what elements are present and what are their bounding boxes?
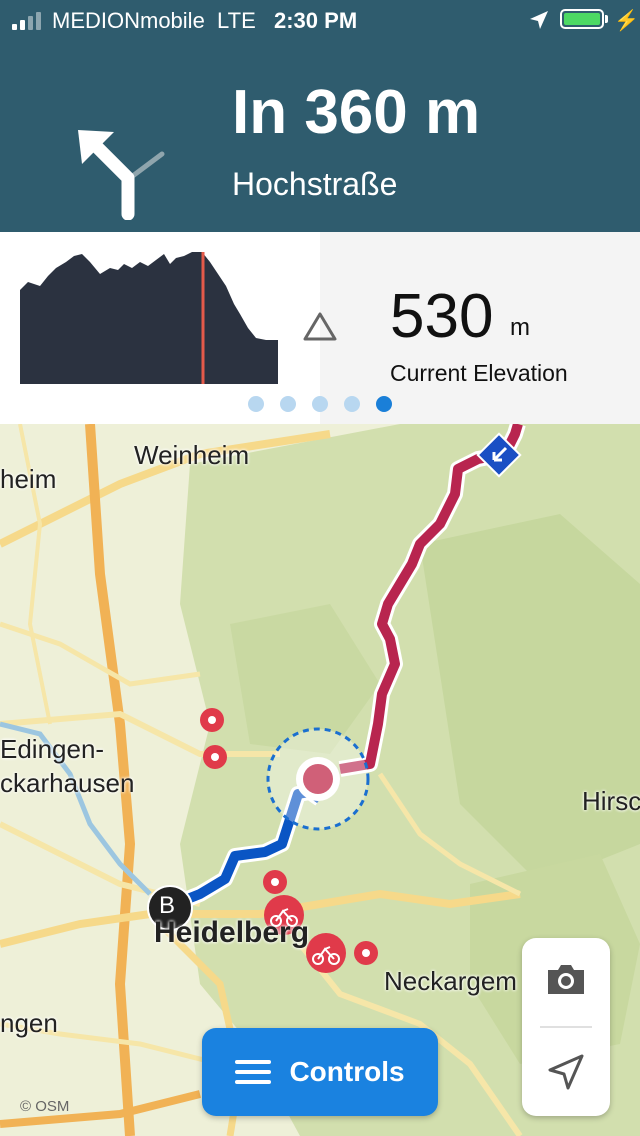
page-dot-active[interactable] <box>376 396 392 412</box>
page-dot[interactable] <box>248 396 264 412</box>
bike-poi-icon <box>306 933 346 973</box>
status-bar: MEDIONmobile LTE 2:30 PM ⚡ <box>0 0 640 40</box>
map-label-weinheim: Weinheim <box>134 440 250 470</box>
carrier-name: MEDIONmobile LTE <box>52 8 256 33</box>
camera-icon[interactable] <box>544 960 588 1000</box>
map-label-heidelberg: Heidelberg <box>154 916 310 949</box>
network-type: LTE <box>217 8 256 33</box>
map-label-hirschhorn: Hirsc <box>582 786 640 816</box>
elevation-label: Current Elevation <box>390 360 568 386</box>
map-label-weinheim-partial: heim <box>0 464 57 494</box>
elevation-unit: m <box>510 314 530 341</box>
page-dot[interactable] <box>280 396 296 412</box>
controls-label: Controls <box>289 1056 405 1087</box>
map-attribution[interactable]: © OSM <box>20 1098 69 1115</box>
controls-button[interactable]: Controls <box>202 1028 438 1116</box>
hamburger-menu-icon <box>235 1060 272 1084</box>
poi-marker <box>263 870 287 894</box>
locate-arrow-icon[interactable] <box>546 1052 586 1092</box>
map-label-ingen: ngen <box>0 1008 58 1038</box>
maneuver-street: Hochstraße <box>232 166 398 202</box>
map-side-controls <box>522 938 610 1116</box>
location-services-icon <box>530 11 548 29</box>
battery-icon <box>560 9 604 29</box>
charging-icon: ⚡ <box>614 10 639 32</box>
poi-marker <box>203 745 227 769</box>
turn-slight-left-icon <box>78 130 165 220</box>
current-position-icon <box>266 727 370 831</box>
status-time: 2:30 PM <box>274 8 358 33</box>
signal-strength-icon <box>12 12 41 30</box>
map-label-neckargemuend: Neckargem <box>384 966 517 996</box>
poi-marker <box>354 941 378 965</box>
page-dot[interactable] <box>344 396 360 412</box>
maneuver-distance: In 360 m <box>232 78 481 147</box>
elevation-value: 530 <box>390 282 494 351</box>
poi-marker <box>200 708 224 732</box>
page-dot[interactable] <box>312 396 328 412</box>
map-label-edingen: Edingen- <box>0 734 105 764</box>
page-indicator[interactable] <box>248 396 392 412</box>
elevation-triangle-icon <box>303 312 337 341</box>
map-label-neckarhausen: ckarhausen <box>0 768 135 798</box>
turn-instruction-header: In 360 m Hochstraße <box>0 40 640 232</box>
